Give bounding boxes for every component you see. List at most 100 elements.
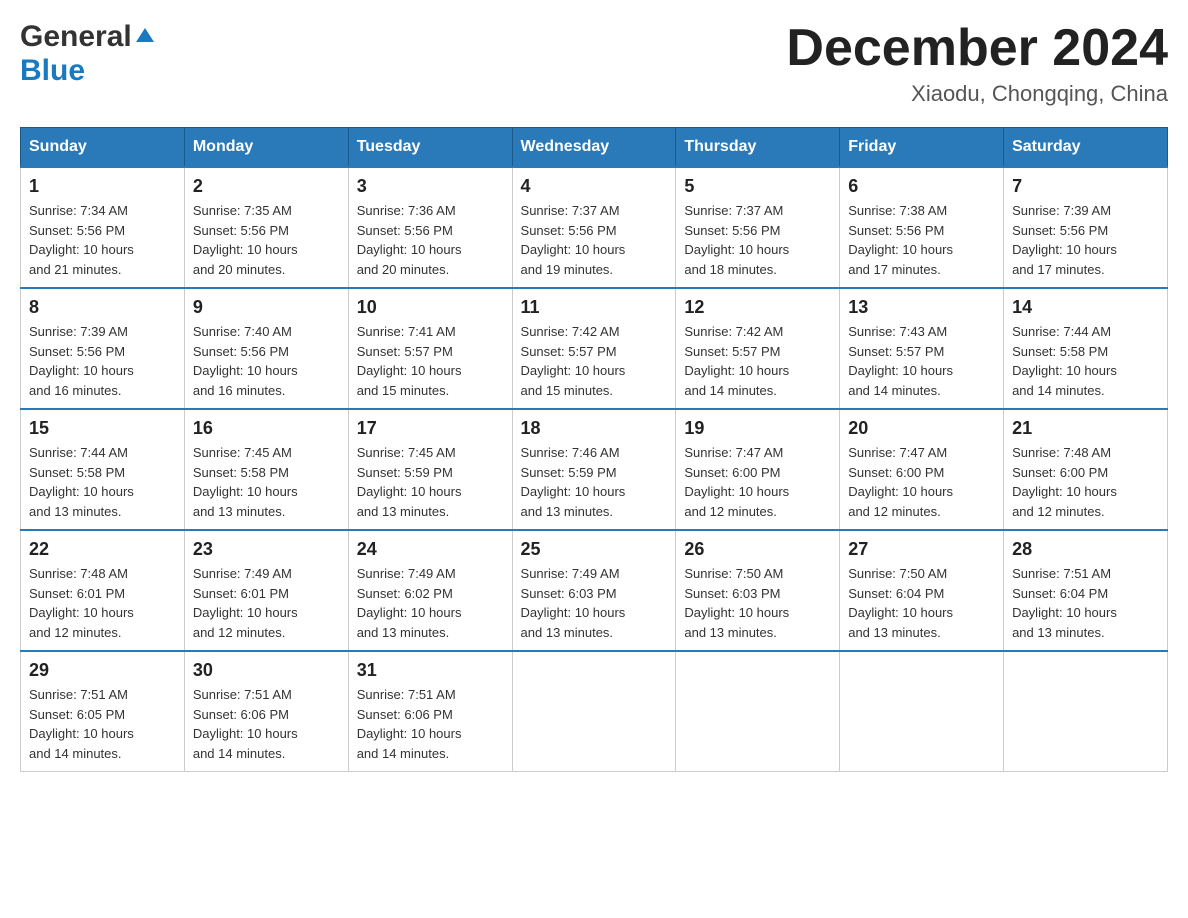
day-number: 11 (521, 297, 668, 318)
day-info: Sunrise: 7:50 AMSunset: 6:03 PMDaylight:… (684, 564, 831, 642)
logo-icon (134, 24, 156, 46)
calendar-cell: 1 Sunrise: 7:34 AMSunset: 5:56 PMDaylight… (21, 167, 185, 288)
calendar-cell: 24 Sunrise: 7:49 AMSunset: 6:02 PMDayligh… (348, 530, 512, 651)
day-info: Sunrise: 7:36 AMSunset: 5:56 PMDaylight:… (357, 201, 504, 279)
weekday-header-row: SundayMondayTuesdayWednesdayThursdayFrid… (21, 128, 1168, 168)
day-info: Sunrise: 7:45 AMSunset: 5:59 PMDaylight:… (357, 443, 504, 521)
day-number: 18 (521, 418, 668, 439)
day-number: 24 (357, 539, 504, 560)
calendar-cell: 26 Sunrise: 7:50 AMSunset: 6:03 PMDayligh… (676, 530, 840, 651)
calendar-cell: 5Sunrise: 7:37 AMSunset: 5:56 PMDaylight… (676, 167, 840, 288)
week-row-4: 22 Sunrise: 7:48 AMSunset: 6:01 PMDayligh… (21, 530, 1168, 651)
day-info: Sunrise: 7:50 AMSunset: 6:04 PMDaylight:… (848, 564, 995, 642)
logo-blue-text: Blue (20, 54, 85, 87)
day-info: Sunrise: 7:49 AMSunset: 6:03 PMDaylight:… (521, 564, 668, 642)
day-info: Sunrise: 7:49 AMSunset: 6:01 PMDaylight:… (193, 564, 340, 642)
calendar-cell: 22 Sunrise: 7:48 AMSunset: 6:01 PMDayligh… (21, 530, 185, 651)
week-row-3: 15Sunrise: 7:44 AMSunset: 5:58 PMDayligh… (21, 409, 1168, 530)
weekday-header-monday: Monday (184, 128, 348, 168)
calendar-cell: 30Sunrise: 7:51 AMSunset: 6:06 PMDayligh… (184, 651, 348, 772)
weekday-header-sunday: Sunday (21, 128, 185, 168)
calendar-cell: 18 Sunrise: 7:46 AMSunset: 5:59 PMDayligh… (512, 409, 676, 530)
day-number: 30 (193, 660, 340, 681)
week-row-5: 29Sunrise: 7:51 AMSunset: 6:05 PMDayligh… (21, 651, 1168, 772)
calendar-cell: 23 Sunrise: 7:49 AMSunset: 6:01 PMDayligh… (184, 530, 348, 651)
day-number: 17 (357, 418, 504, 439)
day-info: Sunrise: 7:48 AMSunset: 6:00 PMDaylight:… (1012, 443, 1159, 521)
calendar-cell (676, 651, 840, 772)
day-info: Sunrise: 7:43 AMSunset: 5:57 PMDaylight:… (848, 322, 995, 400)
calendar-cell: 11 Sunrise: 7:42 AMSunset: 5:57 PMDayligh… (512, 288, 676, 409)
day-number: 22 (29, 539, 176, 560)
calendar-cell: 13Sunrise: 7:43 AMSunset: 5:57 PMDayligh… (840, 288, 1004, 409)
day-number: 12 (684, 297, 831, 318)
weekday-header-saturday: Saturday (1004, 128, 1168, 168)
day-info: Sunrise: 7:41 AMSunset: 5:57 PMDaylight:… (357, 322, 504, 400)
calendar-cell: 28Sunrise: 7:51 AMSunset: 6:04 PMDayligh… (1004, 530, 1168, 651)
calendar-cell: 2Sunrise: 7:35 AMSunset: 5:56 PMDaylight… (184, 167, 348, 288)
logo: General Blue (20, 20, 156, 88)
calendar-cell: 6 Sunrise: 7:38 AMSunset: 5:56 PMDaylight… (840, 167, 1004, 288)
day-info: Sunrise: 7:34 AMSunset: 5:56 PMDaylight:… (29, 201, 176, 279)
calendar-cell: 19 Sunrise: 7:47 AMSunset: 6:00 PMDayligh… (676, 409, 840, 530)
page-header: General Blue December 2024 Xiaodu, Chong… (20, 20, 1168, 107)
day-number: 3 (357, 176, 504, 197)
day-number: 31 (357, 660, 504, 681)
calendar-cell: 12Sunrise: 7:42 AMSunset: 5:57 PMDayligh… (676, 288, 840, 409)
day-number: 10 (357, 297, 504, 318)
calendar-cell: 7Sunrise: 7:39 AMSunset: 5:56 PMDaylight… (1004, 167, 1168, 288)
day-number: 7 (1012, 176, 1159, 197)
day-info: Sunrise: 7:45 AMSunset: 5:58 PMDaylight:… (193, 443, 340, 521)
day-info: Sunrise: 7:44 AMSunset: 5:58 PMDaylight:… (1012, 322, 1159, 400)
location: Xiaodu, Chongqing, China (786, 81, 1168, 107)
weekday-header-friday: Friday (840, 128, 1004, 168)
calendar-cell: 31 Sunrise: 7:51 AMSunset: 6:06 PMDayligh… (348, 651, 512, 772)
calendar-cell: 16 Sunrise: 7:45 AMSunset: 5:58 PMDayligh… (184, 409, 348, 530)
day-number: 20 (848, 418, 995, 439)
calendar-cell (840, 651, 1004, 772)
calendar-cell: 4 Sunrise: 7:37 AMSunset: 5:56 PMDaylight… (512, 167, 676, 288)
calendar-cell: 17 Sunrise: 7:45 AMSunset: 5:59 PMDayligh… (348, 409, 512, 530)
day-number: 1 (29, 176, 176, 197)
day-number: 23 (193, 539, 340, 560)
day-number: 5 (684, 176, 831, 197)
day-info: Sunrise: 7:47 AMSunset: 6:00 PMDaylight:… (848, 443, 995, 521)
day-number: 27 (848, 539, 995, 560)
calendar-cell: 14Sunrise: 7:44 AMSunset: 5:58 PMDayligh… (1004, 288, 1168, 409)
day-info: Sunrise: 7:49 AMSunset: 6:02 PMDaylight:… (357, 564, 504, 642)
day-info: Sunrise: 7:46 AMSunset: 5:59 PMDaylight:… (521, 443, 668, 521)
day-info: Sunrise: 7:51 AMSunset: 6:06 PMDaylight:… (357, 685, 504, 763)
day-number: 16 (193, 418, 340, 439)
logo-general-text: General (20, 20, 132, 54)
day-number: 6 (848, 176, 995, 197)
calendar-cell: 3 Sunrise: 7:36 AMSunset: 5:56 PMDaylight… (348, 167, 512, 288)
month-title: December 2024 (786, 20, 1168, 77)
day-info: Sunrise: 7:48 AMSunset: 6:01 PMDaylight:… (29, 564, 176, 642)
day-number: 19 (684, 418, 831, 439)
day-info: Sunrise: 7:38 AMSunset: 5:56 PMDaylight:… (848, 201, 995, 279)
week-row-1: 1 Sunrise: 7:34 AMSunset: 5:56 PMDaylight… (21, 167, 1168, 288)
day-number: 26 (684, 539, 831, 560)
calendar-cell: 8 Sunrise: 7:39 AMSunset: 5:56 PMDaylight… (21, 288, 185, 409)
day-number: 9 (193, 297, 340, 318)
weekday-header-wednesday: Wednesday (512, 128, 676, 168)
weekday-header-tuesday: Tuesday (348, 128, 512, 168)
day-info: Sunrise: 7:40 AMSunset: 5:56 PMDaylight:… (193, 322, 340, 400)
calendar-cell: 15Sunrise: 7:44 AMSunset: 5:58 PMDayligh… (21, 409, 185, 530)
day-number: 25 (521, 539, 668, 560)
calendar-cell: 29Sunrise: 7:51 AMSunset: 6:05 PMDayligh… (21, 651, 185, 772)
calendar-cell (512, 651, 676, 772)
day-info: Sunrise: 7:44 AMSunset: 5:58 PMDaylight:… (29, 443, 176, 521)
title-section: December 2024 Xiaodu, Chongqing, China (786, 20, 1168, 107)
day-info: Sunrise: 7:47 AMSunset: 6:00 PMDaylight:… (684, 443, 831, 521)
day-number: 28 (1012, 539, 1159, 560)
calendar-cell: 20 Sunrise: 7:47 AMSunset: 6:00 PMDayligh… (840, 409, 1004, 530)
day-info: Sunrise: 7:37 AMSunset: 5:56 PMDaylight:… (521, 201, 668, 279)
day-info: Sunrise: 7:35 AMSunset: 5:56 PMDaylight:… (193, 201, 340, 279)
day-info: Sunrise: 7:39 AMSunset: 5:56 PMDaylight:… (29, 322, 176, 400)
day-number: 4 (521, 176, 668, 197)
day-info: Sunrise: 7:42 AMSunset: 5:57 PMDaylight:… (521, 322, 668, 400)
week-row-2: 8 Sunrise: 7:39 AMSunset: 5:56 PMDaylight… (21, 288, 1168, 409)
calendar-cell (1004, 651, 1168, 772)
day-number: 8 (29, 297, 176, 318)
